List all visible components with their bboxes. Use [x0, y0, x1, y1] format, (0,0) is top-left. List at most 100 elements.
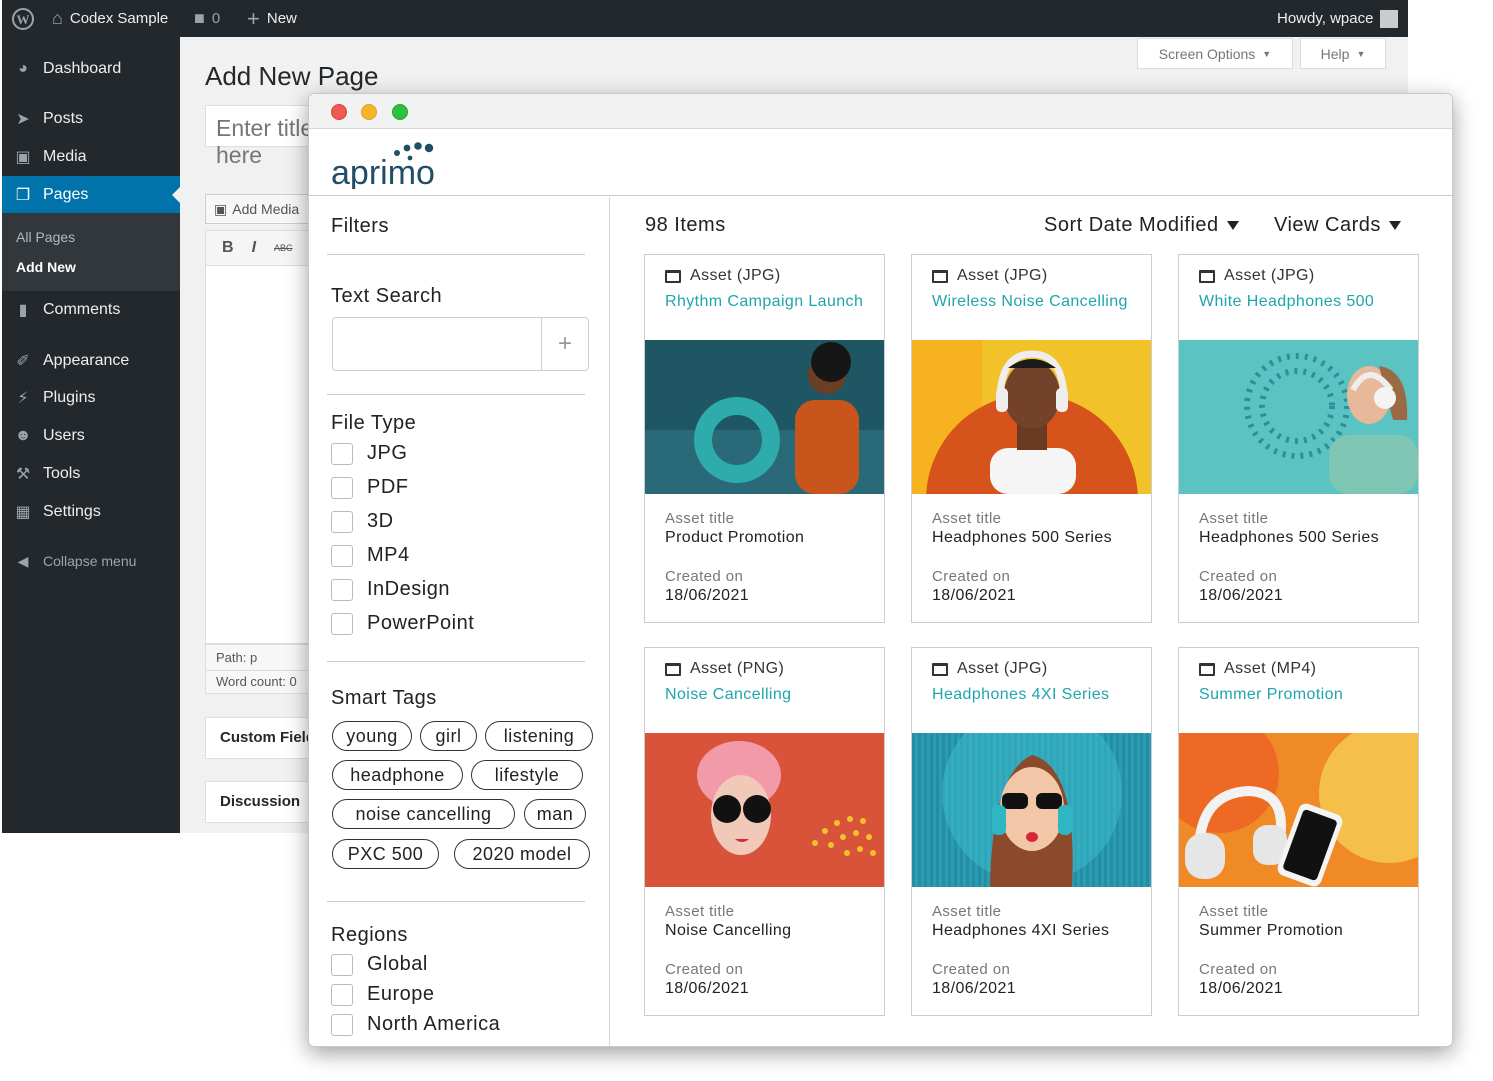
menu-item-posts[interactable]: ➤ Posts [2, 100, 180, 138]
minimize-window-button[interactable] [361, 104, 377, 120]
asset-card[interactable]: Asset (JPG) White Headphones 500 Asset t… [1178, 254, 1419, 623]
chevron-down-icon: ▼ [1262, 48, 1272, 59]
filetype-checkbox-indesign[interactable]: InDesign [331, 578, 450, 601]
asset-card[interactable]: Asset (MP4) Summer Promotion Asset title… [1178, 647, 1419, 1016]
filetype-checkbox-pdf[interactable]: PDF [331, 476, 409, 499]
menu-item-dashboard[interactable]: ◕ Dashboard [2, 50, 180, 88]
asset-name-link[interactable]: White Headphones 500 [1199, 293, 1374, 311]
account-link[interactable]: Howdy, wpace [1277, 0, 1399, 37]
asset-type: Asset (PNG) [665, 660, 784, 678]
regions-title: Regions [331, 924, 408, 946]
close-window-button[interactable] [331, 104, 347, 120]
checkbox[interactable] [331, 510, 353, 533]
asset-card[interactable]: Asset (JPG) Headphones 4XI Series Asset … [911, 647, 1152, 1016]
menu-item-media[interactable]: ▣ Media [2, 138, 180, 176]
asset-thumbnail [645, 733, 884, 887]
tag-chip[interactable]: 2020 model [454, 839, 590, 869]
tag-chip[interactable]: young [332, 721, 412, 751]
created-on-label: Created on [1199, 961, 1278, 978]
filetype-checkbox-3d[interactable]: 3D [331, 510, 394, 533]
screen-options-label: Screen Options [1158, 45, 1256, 62]
menu-label: Settings [43, 503, 101, 520]
checkbox[interactable] [331, 1013, 353, 1036]
asset-card[interactable]: Asset (PNG) Noise Cancelling Asset title… [644, 647, 885, 1016]
tag-chip[interactable]: listening [485, 721, 593, 751]
file-type-title: File Type [331, 412, 417, 434]
filetype-checkbox-jpg[interactable]: JPG [331, 442, 407, 465]
asset-title-value: Noise Cancelling [665, 922, 792, 939]
menu-label: Dashboard [43, 60, 122, 77]
asset-card[interactable]: Asset (JPG) Rhythm Campaign Launch Asset… [644, 254, 885, 623]
help-button[interactable]: Help ▼ [1300, 38, 1386, 69]
filetype-checkbox-powerpoint[interactable]: PowerPoint [331, 612, 474, 635]
created-on-value: 18/06/2021 [1199, 587, 1284, 604]
checkbox[interactable] [331, 442, 353, 465]
bold-button[interactable]: B [222, 239, 234, 257]
add-media-button[interactable]: ▣ Add Media [205, 194, 315, 224]
caret-down-icon [1388, 221, 1401, 230]
screen-options-button[interactable]: Screen Options ▼ [1137, 38, 1293, 69]
tag-chip[interactable]: lifestyle [471, 760, 583, 790]
menu-item-appearance[interactable]: ✐ Appearance [2, 342, 180, 380]
plus-icon: + [557, 330, 572, 357]
strikethrough-button[interactable]: ABC [274, 243, 293, 253]
checkbox[interactable] [331, 983, 353, 1006]
created-on-label: Created on [665, 568, 744, 585]
region-checkbox-europe[interactable]: Europe [331, 983, 435, 1006]
checkbox[interactable] [331, 612, 353, 635]
asset-name-link[interactable]: Summer Promotion [1199, 686, 1343, 704]
wordpress-logo-icon[interactable]: W [12, 0, 34, 37]
results-panel: 98 Items Sort Date Modified View Cards A… [611, 197, 1452, 1046]
plus-icon: + [247, 5, 260, 31]
asset-name-link[interactable]: Headphones 4XI Series [932, 686, 1109, 704]
asset-name-link[interactable]: Noise Cancelling [665, 686, 791, 704]
asset-name-link[interactable]: Wireless Noise Cancelling [932, 293, 1128, 311]
checkbox[interactable] [331, 578, 353, 601]
region-checkbox-north-america[interactable]: North America [331, 1013, 500, 1036]
add-search-button[interactable]: + [541, 318, 588, 370]
aprimo-window: aprimo Filters Text Search + File Type J… [308, 93, 1453, 1047]
tag-chip[interactable]: girl [420, 721, 477, 751]
menu-item-comments[interactable]: ▮ Comments [2, 291, 180, 329]
site-name-link[interactable]: ⌂ Codex Sample [52, 0, 168, 37]
menu-label: Media [43, 148, 87, 165]
checkbox[interactable] [331, 544, 353, 567]
submenu-all-pages[interactable]: All Pages [16, 229, 75, 245]
menu-item-settings[interactable]: ▦ Settings [2, 493, 180, 531]
text-search-input[interactable]: + [332, 317, 589, 371]
folder-icon [665, 269, 681, 283]
menu-item-pages[interactable]: ❐ Pages [2, 176, 180, 214]
asset-card[interactable]: Asset (JPG) Wireless Noise Cancelling As… [911, 254, 1152, 623]
chevron-down-icon: ▼ [1356, 48, 1366, 59]
asset-name-link[interactable]: Rhythm Campaign Launch [665, 293, 863, 311]
sort-dropdown[interactable]: Sort Date Modified [1044, 214, 1239, 237]
dashboard-icon: ◕ [18, 60, 28, 77]
tag-chip[interactable]: PXC 500 [332, 839, 439, 869]
created-on-value: 18/06/2021 [932, 587, 1017, 604]
menu-item-users[interactable]: ☻ Users [2, 417, 180, 455]
tag-chip[interactable]: headphone [332, 760, 463, 790]
aprimo-logo[interactable]: aprimo [331, 139, 451, 194]
wrench-icon: ⚒ [15, 466, 31, 483]
italic-button[interactable]: I [252, 239, 256, 257]
item-count: 98 Items [645, 214, 726, 236]
checkbox[interactable] [331, 953, 353, 976]
submenu-add-new[interactable]: Add New [16, 259, 76, 275]
menu-item-plugins[interactable]: ⚡ Plugins [2, 379, 180, 417]
checkbox[interactable] [331, 476, 353, 499]
created-on-value: 18/06/2021 [665, 980, 750, 997]
region-checkbox-global[interactable]: Global [331, 953, 428, 976]
view-dropdown[interactable]: View Cards [1274, 214, 1401, 237]
maximize-window-button[interactable] [392, 104, 408, 120]
asset-title-value: Headphones 500 Series [932, 529, 1113, 546]
filetype-checkbox-mp4[interactable]: MP4 [331, 544, 410, 567]
new-content-link[interactable]: + New [247, 0, 297, 37]
menu-label: Posts [43, 110, 84, 127]
comments-link[interactable]: ■ 0 [194, 0, 220, 37]
checkbox-label: InDesign [367, 578, 450, 600]
collapse-menu-button[interactable]: ◀ Collapse menu [2, 542, 180, 580]
pin-icon: ➤ [16, 111, 30, 128]
tag-chip[interactable]: man [524, 799, 586, 829]
menu-item-tools[interactable]: ⚒ Tools [2, 455, 180, 493]
tag-chip[interactable]: noise cancelling [332, 799, 515, 829]
